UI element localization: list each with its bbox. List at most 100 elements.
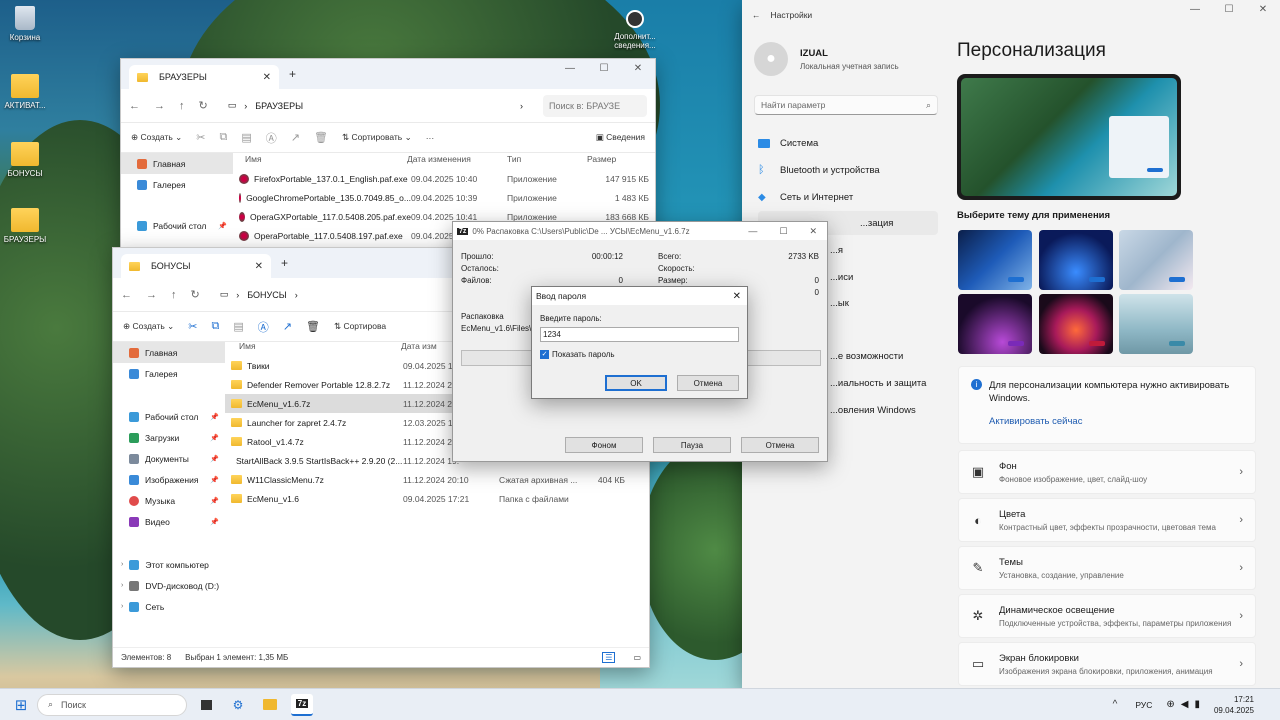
nav-item-this-pc[interactable]: › Этот компьютер — [113, 554, 225, 575]
column-name[interactable]: Имя — [225, 341, 401, 351]
minimize-button[interactable]: — — [1178, 0, 1212, 30]
task-view-icon[interactable] — [195, 694, 217, 716]
nav-item-videos[interactable]: Видео 📌 — [113, 511, 225, 532]
more-icon[interactable]: ··· — [426, 133, 435, 143]
7zip-app-icon[interactable]: 7z — [291, 693, 313, 716]
desktop-icon-recycle-bin[interactable]: Корзина — [0, 6, 50, 42]
language-indicator[interactable]: РУС — [1135, 700, 1152, 710]
nav-item-home[interactable]: Главная — [113, 342, 225, 363]
tiles-view-icon[interactable]: ▭ — [633, 653, 641, 662]
minimize-button[interactable]: — — [748, 226, 757, 237]
network-icon[interactable]: ⊕ — [1166, 699, 1174, 710]
table-row[interactable]: EcMenu_v1.6 09.04.2025 17:21 Папка с файла… — [225, 489, 649, 508]
cancel-button[interactable]: Отмена — [677, 375, 739, 391]
desktop-icon-browsers[interactable]: БРАУЗЕРЫ — [0, 208, 50, 244]
breadcrumb-item[interactable]: БРАУЗЕРЫ — [255, 101, 303, 111]
nav-item-pictures[interactable]: Изображения 📌 — [113, 469, 225, 490]
settings-nav-system[interactable]: Система — [758, 131, 938, 155]
clock[interactable]: 17:21 09.04.2025 — [1214, 694, 1254, 716]
maximize-button[interactable]: ☐ — [587, 59, 621, 89]
refresh-icon[interactable]: ↻ — [199, 99, 208, 112]
taskbar-search[interactable]: ⌕ Поиск — [37, 693, 187, 716]
back-icon[interactable]: ← — [129, 100, 140, 112]
explorer-tab[interactable]: БОНУСЫ ✕ — [121, 254, 271, 278]
nav-item-network[interactable]: › Сеть — [113, 596, 225, 617]
nav-item-dvd[interactable]: › DVD-дисковод (D:) — [113, 575, 225, 596]
card-themes[interactable]: ✎ Темы Установка, создание, управление › — [958, 546, 1256, 590]
up-icon[interactable]: ↑ — [179, 100, 185, 112]
paste-icon[interactable]: ▤ — [241, 131, 251, 144]
sort-button[interactable]: ⇅ Сортировать ⌄ — [342, 132, 412, 143]
close-tab-icon[interactable]: ✕ — [263, 72, 271, 83]
column-size[interactable]: Размер — [587, 154, 647, 164]
table-row[interactable]: W11ClassicMenu.7z 11.12.2024 20:10 Сжатая … — [225, 470, 649, 489]
forward-icon[interactable]: → — [154, 100, 165, 112]
desktop-icon-bonus[interactable]: БОНУСЫ — [0, 142, 50, 178]
theme-option-6[interactable] — [1119, 294, 1193, 354]
background-button[interactable]: Фоном — [565, 437, 643, 453]
refresh-icon[interactable]: ↻ — [191, 288, 200, 301]
copy-icon[interactable]: ⧉ — [220, 131, 228, 144]
card-colors[interactable]: ◐ Цвета Контрастный цвет, эффекты прозрачн… — [958, 498, 1256, 542]
show-password-checkbox[interactable]: ✓ Показать пароль — [540, 350, 615, 359]
battery-icon[interactable]: ▮ — [1194, 699, 1200, 710]
rename-icon[interactable]: Ⓐ — [266, 130, 277, 146]
nav-item-gallery[interactable]: Галерея — [113, 363, 225, 384]
column-name[interactable]: Имя — [237, 154, 407, 164]
up-icon[interactable]: ↑ — [171, 289, 177, 301]
windows-start-icon[interactable]: ⊞ — [10, 694, 32, 716]
theme-option-5[interactable] — [1039, 294, 1113, 354]
file-explorer-icon[interactable] — [259, 694, 281, 716]
settings-nav-bluetooth[interactable]: ᛒ Bluetooth и устройства — [758, 158, 938, 182]
table-row[interactable]: FirefoxPortable_137.0.1_English.paf.exe 0… — [237, 169, 655, 188]
cancel-button[interactable]: Отмена — [741, 437, 819, 453]
new-tab-button[interactable]: + — [281, 256, 288, 270]
settings-search-input[interactable]: Найти параметр ⌕ — [754, 95, 938, 115]
avatar[interactable]: ● — [754, 42, 788, 76]
share-icon[interactable]: ↗ — [291, 131, 300, 144]
cut-icon[interactable]: ✂ — [188, 320, 197, 333]
chevron-up-icon[interactable]: ^ — [1113, 699, 1118, 710]
card-background[interactable]: ▣ Фон Фоновое изображение, цвет, слайд-шоу… — [958, 450, 1256, 494]
close-button[interactable]: ✕ — [621, 59, 655, 89]
search-input[interactable]: Поиск в: БРАУЗЕ — [543, 94, 647, 117]
create-button[interactable]: ⊕ Создать ⌄ — [123, 321, 174, 332]
theme-option-4[interactable] — [958, 294, 1032, 354]
copy-icon[interactable]: ⧉ — [212, 320, 220, 333]
nav-item-desktop[interactable]: Рабочий стол 📌 — [113, 406, 225, 427]
close-button[interactable]: ✕ — [809, 226, 817, 237]
column-date[interactable]: Дата изменения — [407, 154, 507, 164]
close-button[interactable]: ✕ — [733, 291, 741, 302]
minimize-button[interactable]: — — [553, 59, 587, 89]
new-tab-button[interactable]: + — [289, 67, 296, 81]
volume-icon[interactable]: ◀ — [1181, 699, 1189, 710]
close-tab-icon[interactable]: ✕ — [255, 261, 263, 272]
details-button[interactable]: ▣ Сведения — [596, 132, 645, 143]
activate-now-link[interactable]: Активировать сейчас — [989, 416, 1082, 427]
settings-app-icon[interactable]: ⚙ — [227, 694, 249, 716]
table-row[interactable]: GoogleChromePortable_135.0.7049.85_o... 0… — [237, 188, 655, 207]
password-input[interactable]: 1234 — [540, 327, 739, 342]
nav-item-gallery[interactable]: Галерея — [121, 174, 233, 195]
paste-icon[interactable]: ▤ — [233, 320, 243, 333]
explorer-tab[interactable]: БРАУЗЕРЫ ✕ — [129, 65, 279, 89]
details-view-icon[interactable]: ☰ — [602, 652, 616, 663]
cut-icon[interactable]: ✂ — [196, 131, 205, 144]
delete-icon[interactable]: 🗑 — [314, 131, 328, 144]
back-icon[interactable]: ← — [121, 289, 132, 301]
nav-item-home[interactable]: Главная — [121, 153, 233, 174]
create-button[interactable]: ⊕ Создать ⌄ — [131, 132, 182, 143]
column-type[interactable]: Тип — [507, 154, 587, 164]
pause-button[interactable]: Пауза — [653, 437, 731, 453]
forward-icon[interactable]: → — [146, 289, 157, 301]
card-dynamic-lighting[interactable]: ✲ Динамическое освещение Подключенные устр… — [958, 594, 1256, 638]
maximize-button[interactable]: ☐ — [779, 226, 787, 237]
close-button[interactable]: ✕ — [1246, 0, 1280, 30]
theme-option-2[interactable] — [1039, 230, 1113, 290]
activation-widget[interactable]: Дополнит... сведения... — [607, 10, 663, 50]
theme-option-1[interactable] — [958, 230, 1032, 290]
sort-button[interactable]: ⇅ Сортирова — [334, 321, 386, 332]
breadcrumb-item[interactable]: БОНУСЫ — [247, 290, 287, 300]
share-icon[interactable]: ↗ — [283, 320, 292, 333]
nav-item-downloads[interactable]: Загрузки 📌 — [113, 427, 225, 448]
